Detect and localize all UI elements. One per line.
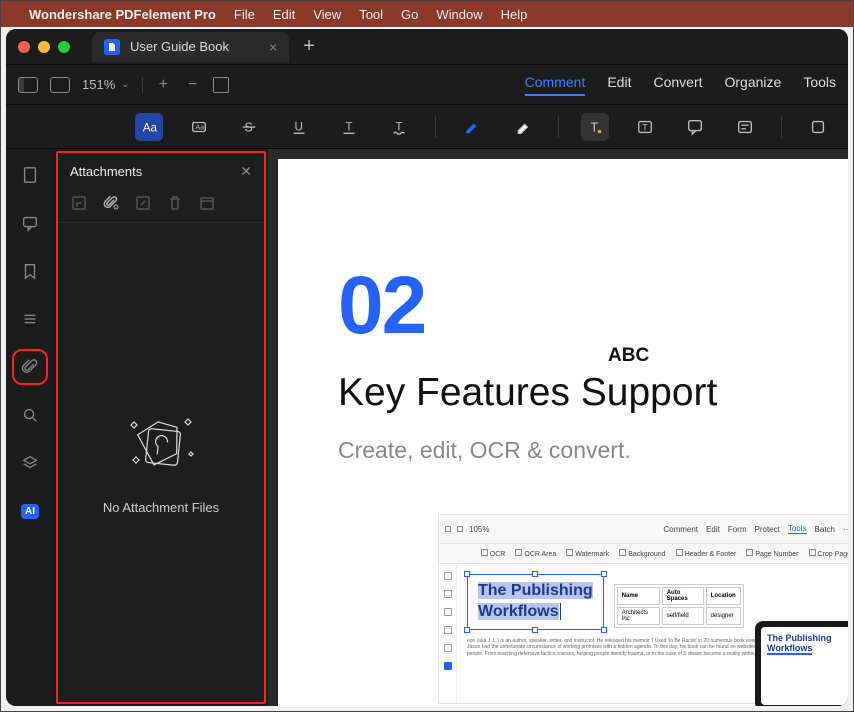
strikethrough-tool[interactable]: S [235,113,263,141]
macos-menubar: Wondershare PDFelement Pro File Edit Vie… [1,1,853,27]
bookmark-icon[interactable] [18,259,42,283]
comment-icon[interactable] [18,211,42,235]
page-subheading: Create, edit, OCR & convert. [338,437,788,464]
zoom-control[interactable]: 151% ⌄ [82,77,130,92]
attachments-panel: Attachments ✕ No At [56,151,266,704]
document-canvas[interactable]: 02 ABC Key Features Support Create, edit… [268,149,848,706]
list-icon[interactable] [18,307,42,331]
page-chapter-number: 02 [338,259,788,353]
mode-tabs: Comment Edit Convert Organize Tools [525,74,836,96]
embedded-table: NameAuto SpacesLocation Architects Incse… [614,584,744,628]
caret-tool[interactable]: T [335,113,363,141]
svg-text:T: T [642,122,648,132]
menu-window[interactable]: Window [436,7,482,22]
panel-title: Attachments [70,164,142,179]
menu-view[interactable]: View [313,7,341,22]
svg-text:Aa: Aa [195,122,204,131]
save-attachment-icon[interactable] [198,194,216,212]
embedded-screenshot: 105% Comment Edit Form Protect Tools Bat… [438,514,848,704]
abc-annotation: ABC [608,345,788,367]
page-heading: Key Features Support [338,371,788,415]
svg-text:Aa: Aa [143,121,158,134]
tab-tools[interactable]: Tools [803,74,836,96]
titlebar: User Guide Book × + [6,29,848,65]
tab-close-icon[interactable]: × [269,39,277,55]
separator [781,116,782,138]
text-box-tool[interactable]: T [631,113,659,141]
chevron-down-icon: ⌄ [121,79,129,90]
tab-comment[interactable]: Comment [525,74,586,96]
svg-text:T: T [591,120,599,134]
highlighter-tool[interactable] [458,113,486,141]
ai-button[interactable]: AI [18,499,42,523]
layers-icon[interactable] [18,451,42,475]
menu-file[interactable]: File [234,7,255,22]
selected-text-box: The Publishing Workflows [467,574,604,630]
tab-convert[interactable]: Convert [653,74,702,96]
squiggly-tool[interactable]: T [385,113,413,141]
attachment-icon[interactable] [18,355,42,379]
menu-go[interactable]: Go [401,7,418,22]
svg-text:U: U [295,120,303,133]
text-callout-tool[interactable]: Aa [185,113,213,141]
svg-text:T: T [395,120,402,133]
minimize-window-button[interactable] [38,41,50,53]
open-attachment-icon[interactable] [70,194,88,212]
separator [142,77,143,93]
pdf-icon [104,39,120,55]
delete-attachment-icon[interactable] [166,194,184,212]
text-cursor-tool[interactable]: T [581,113,609,141]
separator [435,116,436,138]
note-tool[interactable] [731,113,759,141]
callout-tool[interactable] [681,113,709,141]
zoom-value: 151% [82,77,115,92]
document-tab[interactable]: User Guide Book × [92,32,289,62]
empty-message: No Attachment Files [103,500,219,515]
add-attachment-icon[interactable] [102,194,120,212]
tab-organize[interactable]: Organize [725,74,782,96]
pdf-page: 02 ABC Key Features Support Create, edit… [278,159,848,706]
eraser-tool[interactable] [508,113,536,141]
edit-attachment-icon[interactable] [134,194,152,212]
fit-to-width-icon[interactable] [213,77,229,93]
view-double-page-icon[interactable] [50,77,70,93]
tab-edit[interactable]: Edit [607,74,631,96]
attachment-empty-icon [121,410,201,480]
panel-empty-state: No Attachment Files [58,223,264,702]
tab-title: User Guide Book [130,39,229,54]
close-window-button[interactable] [18,41,30,53]
thumbnail-icon[interactable] [18,163,42,187]
menu-edit[interactable]: Edit [273,7,295,22]
separator [558,116,559,138]
comment-toolbar: Aa Aa S U T T T T [6,105,848,149]
zoom-in-button[interactable]: + [155,76,172,94]
maximize-window-button[interactable] [58,41,70,53]
text-annotation-tool[interactable]: Aa [135,113,163,141]
svg-text:T: T [345,120,352,133]
new-tab-button[interactable]: + [303,35,315,58]
window-controls [18,41,70,53]
menu-tool[interactable]: Tool [359,7,383,22]
view-single-page-icon[interactable] [18,77,38,93]
menu-help[interactable]: Help [501,7,528,22]
panel-toolbar [58,190,264,223]
app-name[interactable]: Wondershare PDFelement Pro [29,7,216,22]
tablet-preview: The Publishing Workflows ‹› [755,621,848,706]
search-icon[interactable] [18,403,42,427]
left-sidebar: AI [6,149,54,706]
top-toolbar: 151% ⌄ + − Comment Edit Convert Organize… [6,65,848,105]
zoom-out-button[interactable]: − [184,76,201,94]
close-icon[interactable]: ✕ [240,163,252,180]
underline-tool[interactable]: U [285,113,313,141]
shapes-tool[interactable] [804,113,832,141]
app-window: User Guide Book × + 151% ⌄ + − Comment E… [6,29,848,706]
